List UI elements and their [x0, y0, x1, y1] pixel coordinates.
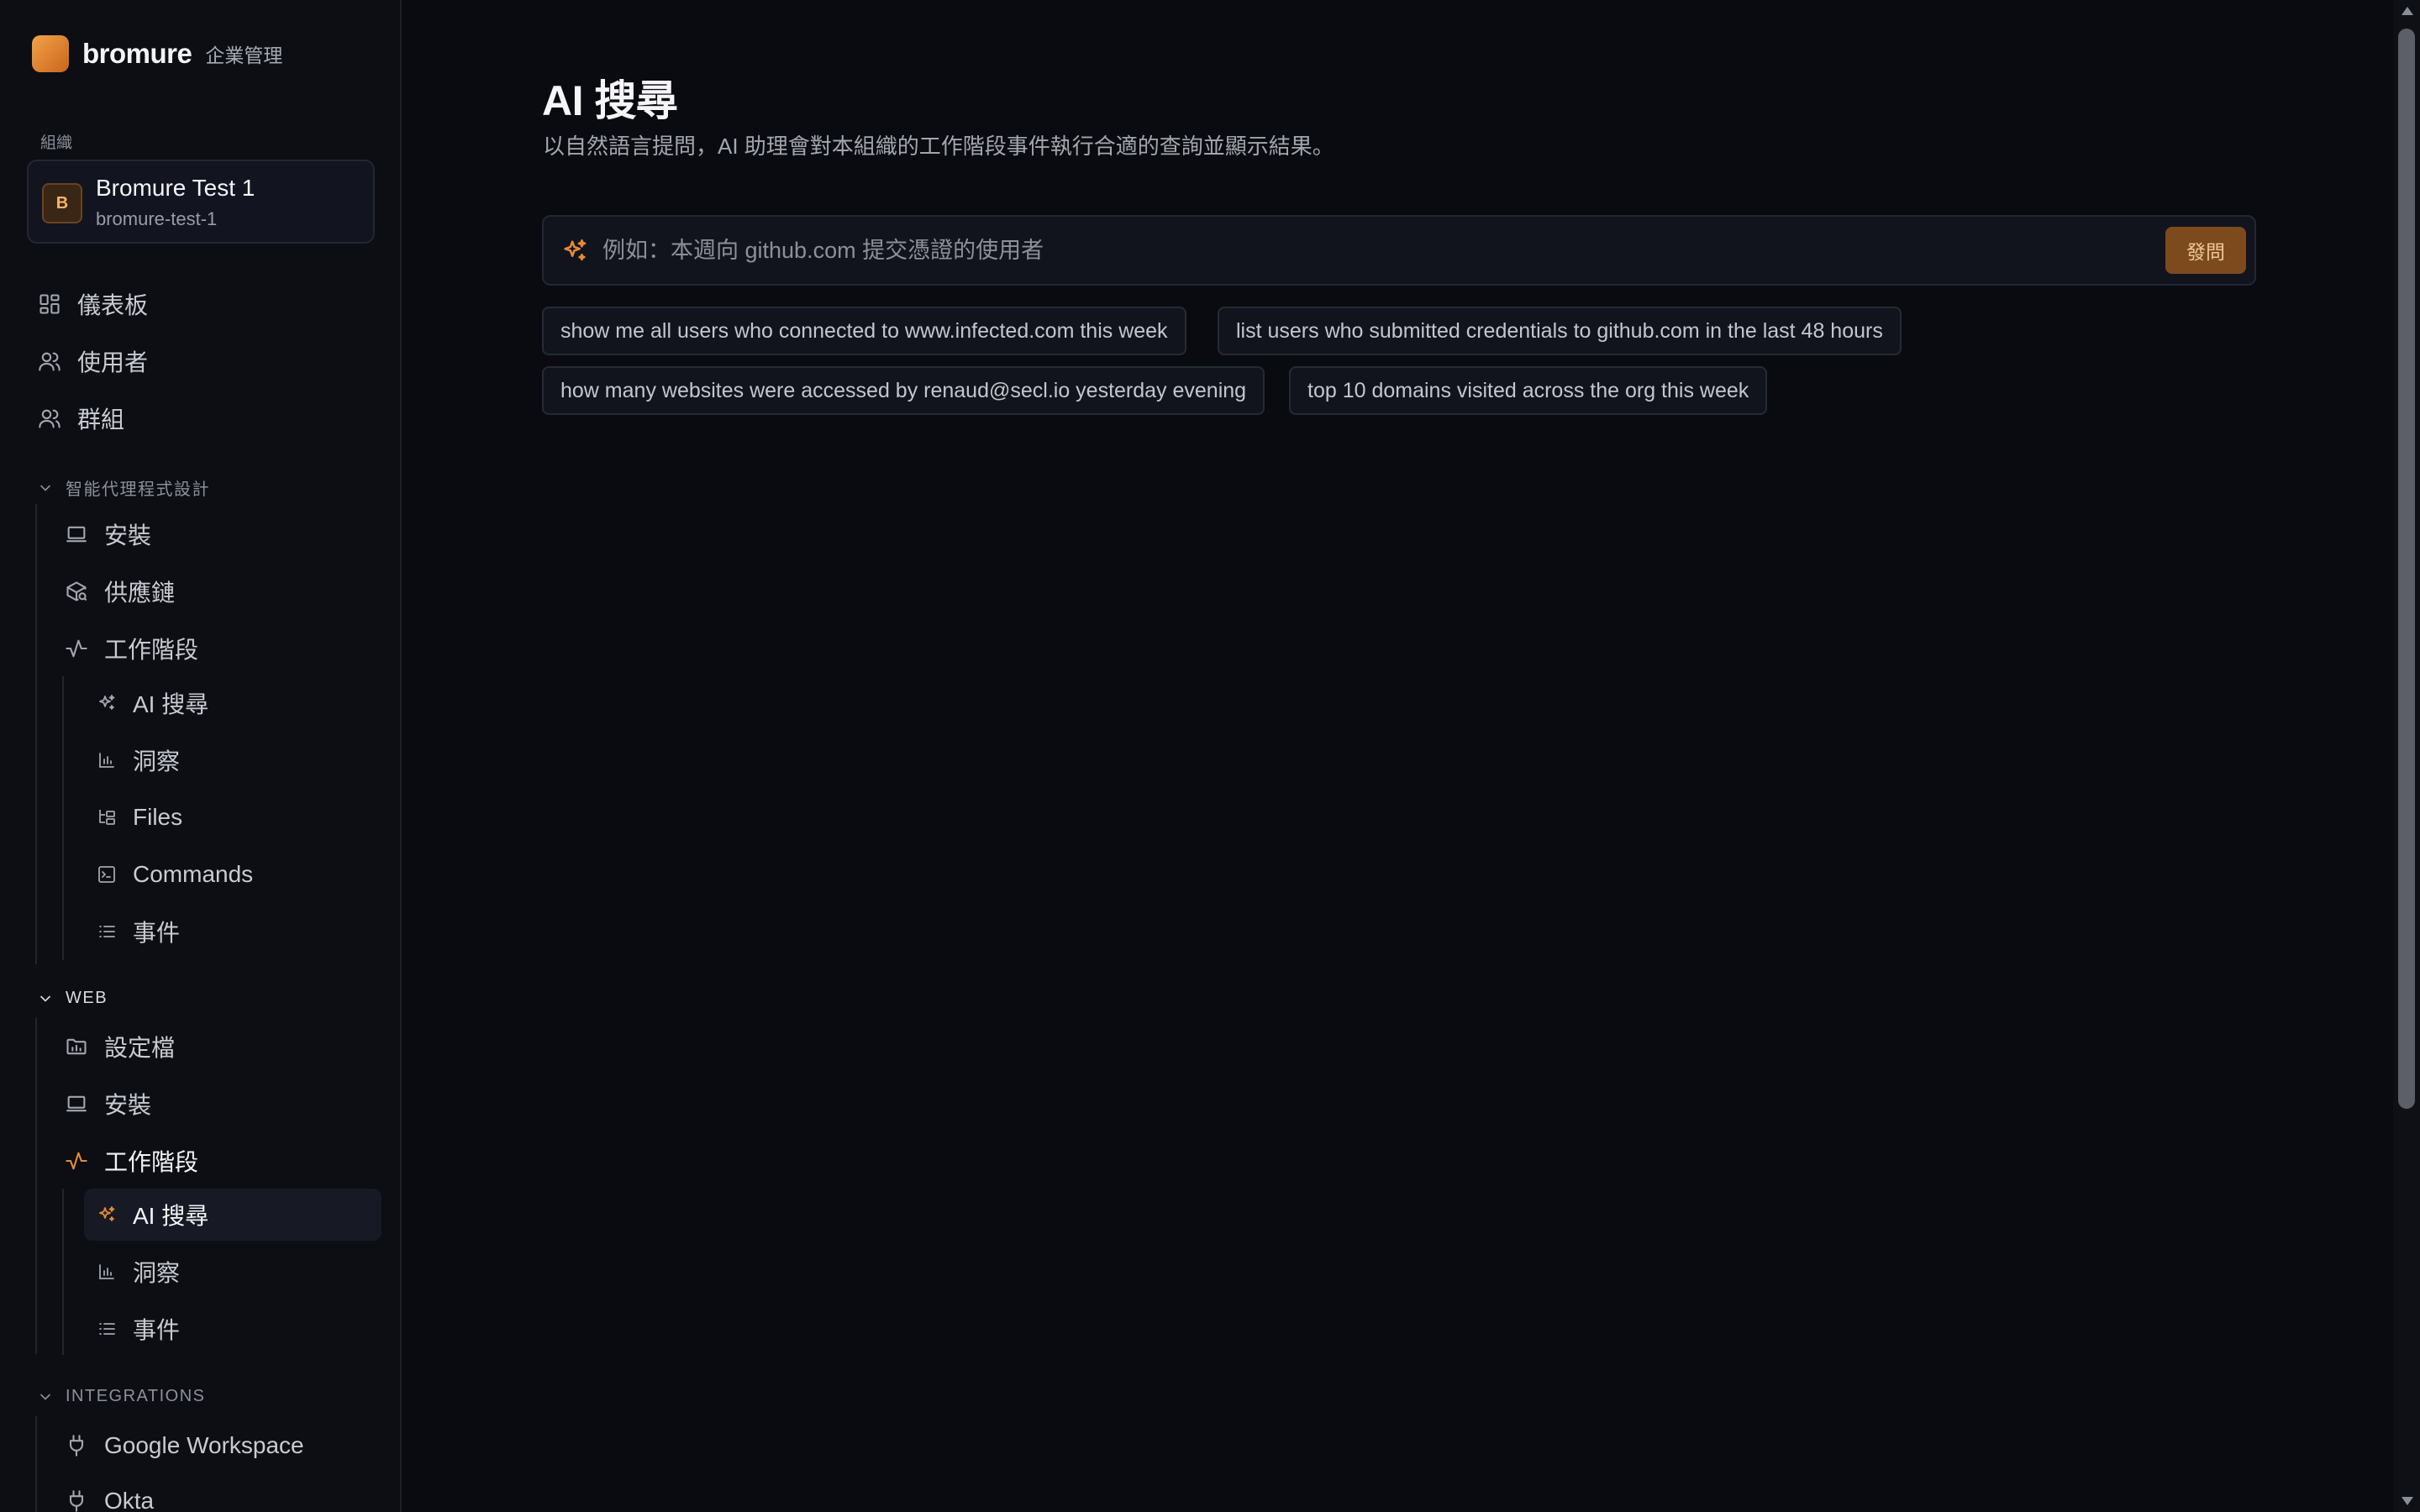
chevron-down-icon	[37, 480, 54, 496]
section-web-title: WEB	[66, 989, 108, 1007]
section-integrations-title: INTEGRATIONS	[66, 1387, 206, 1405]
nav-label: Okta	[104, 1488, 155, 1512]
nav-item-profiles[interactable]: 設定檔	[64, 1021, 381, 1073]
nav-label: 安裝	[104, 1092, 152, 1118]
nav-item-web-install[interactable]: 安裝	[64, 1078, 381, 1130]
activity-icon	[64, 636, 89, 661]
nav-label: 供應鏈	[104, 580, 176, 606]
package-search-icon	[64, 579, 89, 604]
tree-guide	[62, 676, 64, 960]
laptop-icon	[64, 1091, 89, 1116]
brand-logo	[32, 35, 69, 72]
sparkles-icon	[94, 1202, 119, 1227]
nav-label: Commands	[133, 861, 254, 887]
sidebar: bromure 企業管理 組織 B Bromure Test 1 bromure…	[0, 0, 402, 1512]
nav-item-dashboard[interactable]: 儀表板	[37, 278, 381, 330]
nav-label: 群組	[77, 407, 125, 433]
page-description: 以自然語言提問，AI 助理會對本組織的工作階段事件執行合適的查詢並顯示結果。	[543, 134, 1334, 159]
tree-guide	[35, 1018, 37, 1354]
nav-item-google-workspace[interactable]: Google Workspace	[64, 1420, 381, 1472]
nav-item-agent-insights[interactable]: 洞察	[94, 734, 381, 786]
nav-label: Files	[133, 804, 183, 830]
section-agent-title: 智能代理程式設計	[66, 480, 210, 499]
dashboard-icon	[37, 291, 62, 317]
nav-item-supply-chain[interactable]: 供應鏈	[64, 565, 381, 617]
nav-label: Google Workspace	[104, 1432, 304, 1458]
nav-item-web-ai-search[interactable]: AI 搜尋	[84, 1189, 381, 1241]
nav-item-agent-ai-search[interactable]: AI 搜尋	[94, 677, 381, 729]
folder-chart-icon	[64, 1034, 89, 1059]
nav-item-groups[interactable]: 群組	[37, 392, 381, 444]
activity-icon	[64, 1148, 89, 1173]
nav-item-commands[interactable]: Commands	[94, 848, 381, 900]
org-slug: bromure-test-1	[96, 208, 218, 229]
suggestion-chip[interactable]: top 10 domains visited across the org th…	[1289, 366, 1768, 415]
ai-search-box: 發問	[542, 215, 2256, 286]
folder-tree-icon	[94, 805, 119, 830]
section-agent-toggle[interactable]: 智能代理程式設計	[37, 475, 210, 500]
plug-icon	[64, 1433, 89, 1458]
scroll-down-arrow-icon[interactable]	[2402, 1497, 2413, 1505]
sparkles-icon	[560, 237, 589, 265]
nav-item-web-events[interactable]: 事件	[94, 1303, 381, 1355]
brand-name: bromure	[82, 38, 192, 69]
chevron-down-icon	[37, 1389, 54, 1405]
nav-item-files[interactable]: Files	[94, 791, 381, 843]
main-content: AI 搜尋 以自然語言提問，AI 助理會對本組織的工作階段事件執行合適的查詢並顯…	[403, 0, 2393, 1512]
brand-subtitle: 企業管理	[205, 45, 283, 66]
users-icon	[37, 406, 62, 431]
org-caption: 組織	[40, 134, 73, 152]
plug-icon	[64, 1488, 89, 1512]
suggestion-chip[interactable]: show me all users who connected to www.i…	[542, 307, 1186, 355]
list-icon	[94, 919, 119, 944]
sparkles-icon	[94, 690, 119, 716]
ai-search-input[interactable]	[602, 228, 2182, 272]
nav-label: 使用者	[77, 349, 149, 375]
nav-item-okta[interactable]: Okta	[64, 1475, 381, 1512]
bar-chart-icon	[94, 1259, 119, 1284]
scroll-thumb[interactable]	[2398, 29, 2415, 1109]
nav-item-users[interactable]: 使用者	[37, 335, 381, 387]
org-avatar: B	[42, 183, 82, 223]
nav-label: 安裝	[104, 522, 152, 549]
list-icon	[94, 1316, 119, 1341]
suggestion-chip[interactable]: how many websites were accessed by renau…	[542, 366, 1265, 415]
nav-item-web-insights[interactable]: 洞察	[94, 1246, 381, 1298]
nav-item-agent-install[interactable]: 安裝	[64, 508, 381, 560]
tree-guide	[62, 1189, 64, 1355]
nav-item-agent-events[interactable]: 事件	[94, 906, 381, 958]
nav-label: 儀表板	[77, 292, 149, 318]
nav-label: 工作階段	[104, 1149, 199, 1175]
suggestion-chip[interactable]: list users who submitted credentials to …	[1218, 307, 1902, 355]
nav-label: AI 搜尋	[133, 691, 209, 717]
nav-label: 設定檔	[104, 1035, 176, 1061]
org-switcher[interactable]: B Bromure Test 1 bromure-test-1	[27, 160, 375, 244]
bar-chart-icon	[94, 748, 119, 773]
nav-label: 事件	[133, 920, 181, 946]
nav-item-web-sessions[interactable]: 工作階段	[64, 1135, 381, 1187]
laptop-icon	[64, 522, 89, 547]
scroll-up-arrow-icon[interactable]	[2402, 7, 2413, 15]
org-name: Bromure Test 1	[96, 175, 255, 201]
brand[interactable]: bromure 企業管理	[32, 35, 282, 72]
tree-guide	[35, 504, 37, 964]
nav-label: 洞察	[133, 1260, 181, 1286]
user-icon	[37, 349, 62, 374]
nav-label: 洞察	[133, 748, 181, 774]
section-web-toggle[interactable]: WEB	[37, 989, 108, 1008]
chevron-down-icon	[37, 990, 54, 1007]
nav-item-agent-sessions[interactable]: 工作階段	[64, 622, 381, 675]
nav-label: AI 搜尋	[133, 1203, 209, 1229]
ask-button[interactable]: 發問	[2165, 227, 2246, 274]
page-title: AI 搜尋	[542, 77, 678, 124]
page-scrollbar[interactable]	[2393, 0, 2420, 1512]
section-integrations-toggle[interactable]: INTEGRATIONS	[37, 1387, 206, 1406]
terminal-icon	[94, 862, 119, 887]
nav-label: 工作階段	[104, 637, 199, 663]
tree-guide	[35, 1416, 37, 1512]
nav-label: 事件	[133, 1317, 181, 1343]
